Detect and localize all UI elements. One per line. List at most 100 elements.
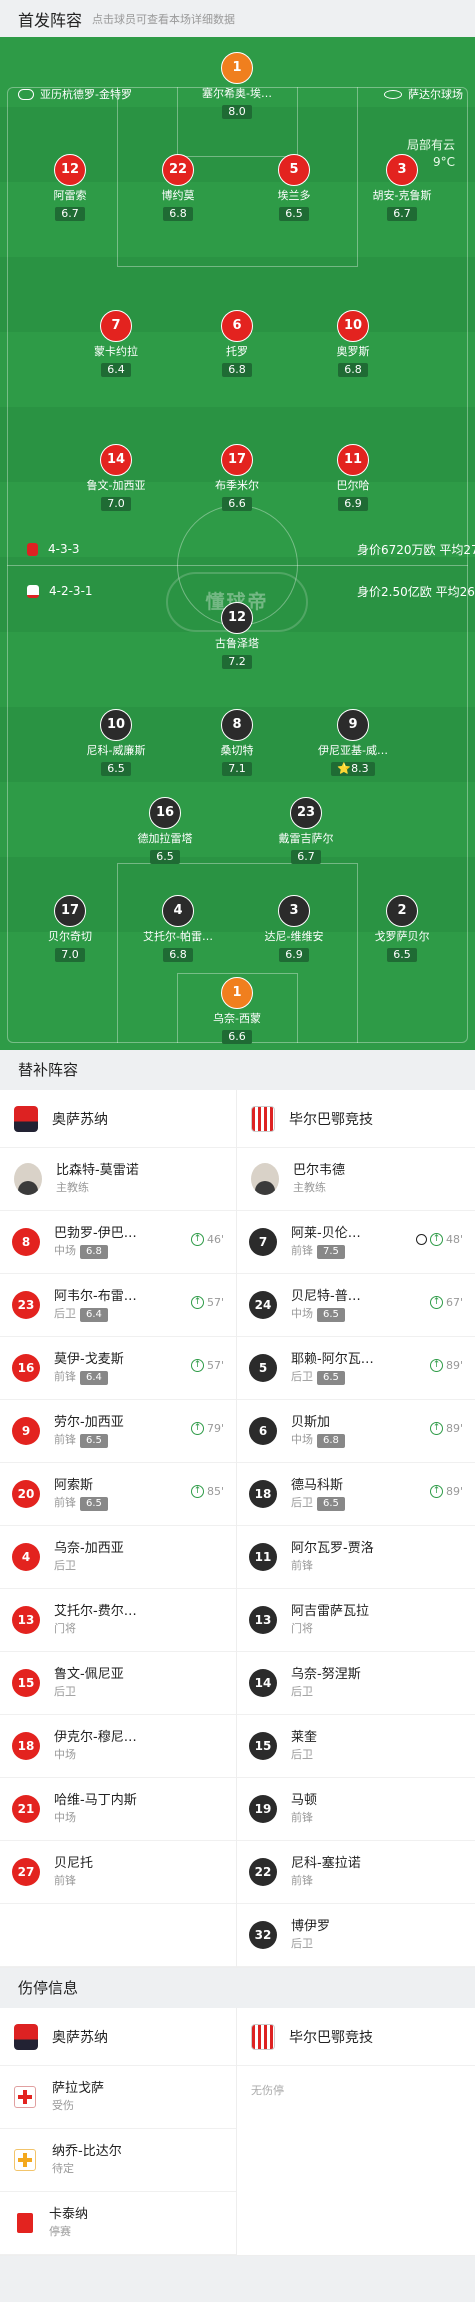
sub-on-icon: ↑ bbox=[190, 1422, 204, 1435]
player-rating: 6.5 bbox=[317, 1497, 345, 1511]
player-rating: 6.4 bbox=[80, 1308, 108, 1322]
player-number: 22 bbox=[162, 154, 194, 186]
player-name: 达尼-维维安 bbox=[264, 930, 324, 943]
home-player[interactable]: 22 博约莫 6.8 bbox=[118, 154, 238, 221]
home-player[interactable]: 12 阿雷索 6.7 bbox=[10, 154, 130, 221]
sub-player-row[interactable]: 14 乌奈-努涅斯 后卫 bbox=[237, 1652, 475, 1715]
sub-on-minute: ↑ 57' bbox=[190, 1359, 224, 1372]
player-rating: 6.8 bbox=[163, 207, 193, 221]
sub-player-row[interactable]: 13 艾托尔-费尔… 门将 bbox=[0, 1589, 236, 1652]
away-player[interactable]: 16 德加拉雷塔 6.5 bbox=[105, 797, 225, 864]
player-name: 布季米尔 bbox=[215, 479, 259, 492]
sub-player-row[interactable]: 18 德马科斯 后卫 6.5 ↑ 89' bbox=[237, 1463, 475, 1526]
home-player[interactable]: 3 胡安-克鲁斯 6.7 bbox=[342, 154, 462, 221]
player-name: 鲁文-佩尼亚 bbox=[54, 1667, 124, 1682]
home-player[interactable]: 6 托罗 6.8 bbox=[177, 310, 297, 377]
away-player[interactable]: 2 戈罗萨贝尔 6.5 bbox=[342, 895, 462, 962]
sub-player-row[interactable]: 23 阿韦尔-布雷… 后卫 6.4 ↑ 57' bbox=[0, 1274, 236, 1337]
away-player[interactable]: 9 伊尼亚基-威… ⭐8.3 bbox=[293, 709, 413, 776]
home-injury-team-header[interactable]: 奥萨苏纳 bbox=[0, 2008, 236, 2066]
away-player[interactable]: 17 贝尔奇切 7.0 bbox=[10, 895, 130, 962]
home-player[interactable]: 14 鲁文-加西亚 7.0 bbox=[56, 444, 176, 511]
away-player[interactable]: 4 艾托尔-帕雷… 6.8 bbox=[118, 895, 238, 962]
player-info: 后卫 bbox=[54, 1684, 124, 1700]
sub-player-row[interactable]: 24 贝尼特-普… 中场 6.5 ↑ 67' bbox=[237, 1274, 475, 1337]
player-number: 18 bbox=[249, 1480, 277, 1508]
player-number: 5 bbox=[278, 154, 310, 186]
sub-player-row[interactable]: 4 乌奈-加西亚 后卫 bbox=[0, 1526, 236, 1589]
player-position: 前锋 bbox=[291, 1874, 313, 1887]
away-player[interactable]: 12 古鲁泽塔 7.2 bbox=[177, 602, 297, 669]
player-info: 后卫 6.5 bbox=[291, 1369, 374, 1385]
doubtful-cross-icon bbox=[14, 2149, 36, 2171]
home-player[interactable]: 17 布季米尔 6.6 bbox=[177, 444, 297, 511]
sub-player-row[interactable]: 21 哈维-马丁内斯 中场 bbox=[0, 1778, 236, 1841]
sub-player-row[interactable]: 7 阿莱-贝伦… 前锋 7.5 ↑ 48' bbox=[237, 1211, 475, 1274]
home-player[interactable]: 7 蒙卡约拉 6.4 bbox=[56, 310, 176, 377]
player-position: 前锋 bbox=[54, 1496, 76, 1509]
home-coach[interactable]: 比森特-莫雷诺 主教练 bbox=[0, 1148, 236, 1211]
lineup-header: 首发阵容 点击球员可查看本场详细数据 bbox=[0, 0, 475, 37]
sub-player-row[interactable]: 13 阿吉雷萨瓦拉 门将 bbox=[237, 1589, 475, 1652]
no-injuries-text: 无伤停 bbox=[251, 2084, 284, 2097]
sub-on-minute: ↑ 67' bbox=[429, 1296, 463, 1309]
player-position: 中场 bbox=[54, 1811, 76, 1824]
player-number: 17 bbox=[221, 444, 253, 476]
sub-player-row[interactable]: 15 莱奎 后卫 bbox=[237, 1715, 475, 1778]
sub-player-row[interactable]: 20 阿索斯 前锋 6.5 ↑ 85' bbox=[0, 1463, 236, 1526]
player-rating: 6.5 bbox=[150, 850, 180, 864]
player-name: 乌奈-努涅斯 bbox=[291, 1667, 361, 1682]
player-rating: 6.4 bbox=[80, 1371, 108, 1385]
sub-player-row[interactable]: 8 巴勃罗-伊巴… 中场 6.8 ↑ 46' bbox=[0, 1211, 236, 1274]
home-player[interactable]: 5 埃兰多 6.5 bbox=[234, 154, 354, 221]
player-rating: 6.8 bbox=[80, 1245, 108, 1259]
subs-columns: 奥萨苏纳 比森特-莫雷诺 主教练 8 巴勃罗-伊巴… 中场 6.8 ↑ 46' 23 阿韦尔-… bbox=[0, 1090, 475, 1968]
sub-on-minute: ↑ 89' bbox=[429, 1422, 463, 1435]
player-number: 23 bbox=[290, 797, 322, 829]
away-player[interactable]: 3 达尼-维维安 6.9 bbox=[234, 895, 354, 962]
sub-player-row[interactable]: 18 伊克尔-穆尼… 中场 bbox=[0, 1715, 236, 1778]
away-coach[interactable]: 巴尔韦德 主教练 bbox=[237, 1148, 475, 1211]
away-player[interactable]: 1 乌奈-西蒙 6.6 bbox=[177, 977, 297, 1044]
sub-on-icon: ↑ bbox=[429, 1359, 443, 1372]
away-team-header[interactable]: 毕尔巴鄂竞技 bbox=[237, 1090, 475, 1148]
away-player[interactable]: 10 尼科-威廉斯 6.5 bbox=[56, 709, 176, 776]
sub-player-row[interactable]: 27 贝尼托 前锋 bbox=[0, 1841, 236, 1904]
injury-item[interactable]: 纳乔-比达尔 待定 bbox=[0, 2129, 236, 2192]
minute-label: 46' bbox=[206, 1233, 224, 1246]
away-player[interactable]: 23 戴雷吉萨尔 6.7 bbox=[246, 797, 366, 864]
player-number: 4 bbox=[12, 1543, 40, 1571]
home-value: 身价6720万欧 bbox=[357, 542, 436, 557]
minute-label: 79' bbox=[206, 1422, 224, 1435]
sub-player-row[interactable]: 19 马顿 前锋 bbox=[237, 1778, 475, 1841]
home-player[interactable]: 10 奥罗斯 6.8 bbox=[293, 310, 413, 377]
athletic-logo-icon bbox=[251, 2023, 275, 2050]
sub-player-row[interactable]: 22 尼科-塞拉诺 前锋 bbox=[237, 1841, 475, 1904]
player-name: 托罗 bbox=[226, 345, 248, 358]
player-number: 10 bbox=[337, 310, 369, 342]
home-player[interactable]: 11 巴尔哈 6.9 bbox=[293, 444, 413, 511]
injury-item[interactable]: 卡泰纳 停赛 bbox=[0, 2192, 236, 2255]
sub-player-row[interactable]: 5 耶赖-阿尔瓦… 后卫 6.5 ↑ 89' bbox=[237, 1337, 475, 1400]
away-injury-team-header[interactable]: 毕尔巴鄂竞技 bbox=[237, 2008, 475, 2066]
sub-player-row[interactable]: 15 鲁文-佩尼亚 后卫 bbox=[0, 1652, 236, 1715]
player-info: 中场 bbox=[54, 1747, 137, 1763]
injury-item[interactable]: 萨拉戈萨 受伤 bbox=[0, 2066, 236, 2129]
sub-player-row[interactable]: 32 博伊罗 后卫 bbox=[237, 1904, 475, 1967]
venue-team-label: 亚历杭德罗-金特罗 bbox=[40, 88, 132, 101]
sub-on-minute: ↑ 48' bbox=[415, 1233, 463, 1246]
player-rating: 7.5 bbox=[317, 1245, 345, 1259]
player-rating: 6.4 bbox=[101, 363, 131, 377]
player-info: 后卫 6.5 bbox=[291, 1495, 345, 1511]
pitch: 亚历杭德罗-金特罗 萨达尔球场 局部有云 9°C 懂球帝 4-3-3 身价672… bbox=[0, 37, 475, 1050]
home-team-header[interactable]: 奥萨苏纳 bbox=[0, 1090, 236, 1148]
red-card-icon bbox=[17, 2213, 33, 2233]
player-number: 9 bbox=[12, 1417, 40, 1445]
sub-player-row[interactable]: 9 劳尔-加西亚 前锋 6.5 ↑ 79' bbox=[0, 1400, 236, 1463]
home-player[interactable]: 1 塞尔希奥-埃… 8.0 bbox=[177, 52, 297, 119]
sub-player-row[interactable]: 16 莫伊-戈麦斯 前锋 6.4 ↑ 57' bbox=[0, 1337, 236, 1400]
sub-player-row[interactable]: 6 贝斯加 中场 6.8 ↑ 89' bbox=[237, 1400, 475, 1463]
away-subs-column: 毕尔巴鄂竞技 巴尔韦德 主教练 7 阿莱-贝伦… 前锋 7.5 ↑ 48' 24 贝尼特-普…… bbox=[237, 1090, 475, 1967]
sub-player-row[interactable]: 11 阿尔瓦罗-贾洛 前锋 bbox=[237, 1526, 475, 1589]
away-player[interactable]: 8 桑切特 7.1 bbox=[177, 709, 297, 776]
